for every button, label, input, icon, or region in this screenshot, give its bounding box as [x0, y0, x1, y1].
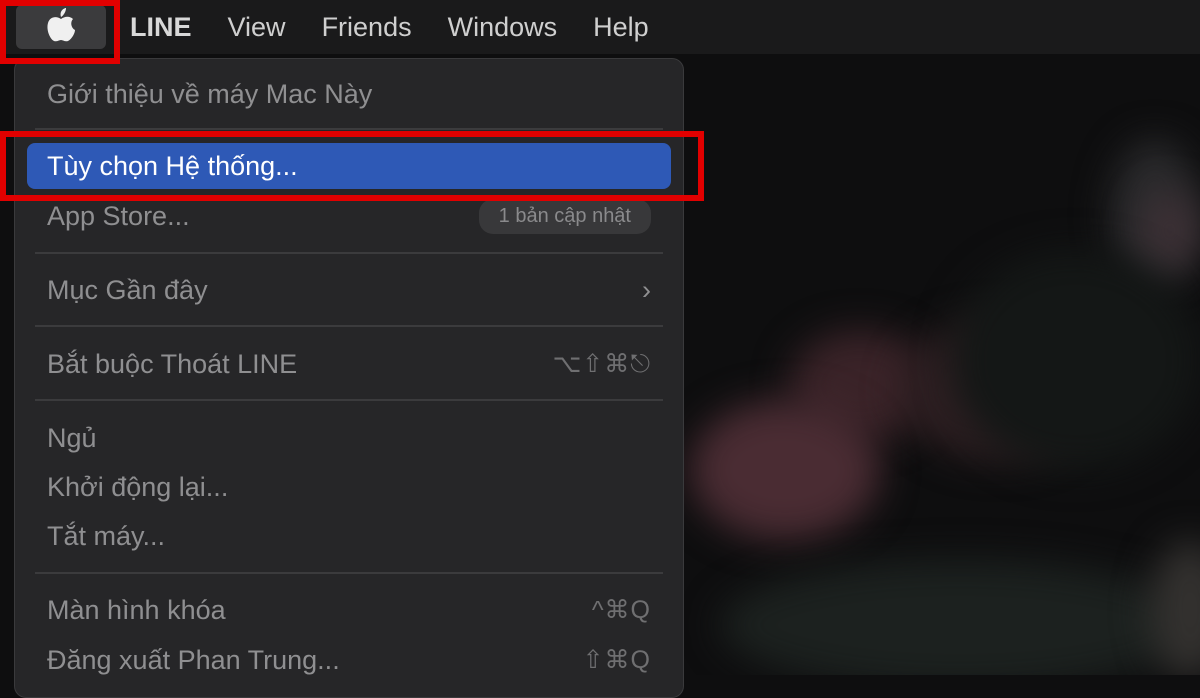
menu-item-sleep[interactable]: Ngủ — [27, 415, 671, 461]
menu-separator — [35, 325, 663, 327]
menu-item-logout[interactable]: Đăng xuất Phan Trung... ⇧⌘Q — [27, 637, 671, 683]
menu-line[interactable]: LINE — [130, 12, 192, 43]
force-quit-shortcut: ⌥⇧⌘⎋ — [552, 350, 651, 378]
apple-logo-icon — [46, 7, 76, 47]
menu-view[interactable]: View — [228, 12, 286, 43]
menu-help[interactable]: Help — [593, 12, 649, 43]
restart-label: Khởi động lại... — [47, 471, 229, 502]
menu-friends[interactable]: Friends — [322, 12, 412, 43]
app-store-label: App Store... — [47, 200, 190, 231]
lock-screen-label: Màn hình khóa — [47, 594, 226, 625]
logout-shortcut: ⇧⌘Q — [582, 646, 651, 674]
sleep-label: Ngủ — [47, 422, 97, 453]
menu-separator — [35, 252, 663, 254]
menu-item-system-preferences[interactable]: Tùy chọn Hệ thống... — [27, 143, 671, 189]
menu-item-lock-screen[interactable]: Màn hình khóa ^⌘Q — [27, 587, 671, 633]
menu-windows[interactable]: Windows — [448, 12, 558, 43]
system-preferences-label: Tùy chọn Hệ thống... — [47, 150, 298, 181]
menu-item-about[interactable]: Giới thiệu về máy Mac Này — [27, 71, 671, 117]
menu-separator — [35, 572, 663, 574]
recent-items-label: Mục Gần đây — [47, 274, 208, 305]
logout-label: Đăng xuất Phan Trung... — [47, 644, 340, 675]
apple-menu-button[interactable] — [16, 5, 106, 49]
menu-item-restart[interactable]: Khởi động lại... — [27, 464, 671, 510]
shutdown-label: Tắt máy... — [47, 520, 166, 551]
about-label: Giới thiệu về máy Mac Này — [47, 78, 373, 109]
lock-screen-shortcut: ^⌘Q — [591, 596, 651, 624]
menu-item-shutdown[interactable]: Tắt máy... — [27, 513, 671, 559]
menu-separator — [35, 399, 663, 401]
menu-separator — [35, 128, 663, 130]
menu-item-recent-items[interactable]: Mục Gần đây › — [27, 267, 671, 313]
menu-item-force-quit[interactable]: Bắt buộc Thoát LINE ⌥⇧⌘⎋ — [27, 341, 671, 387]
chevron-right-icon: › — [642, 274, 651, 305]
apple-dropdown-menu: Giới thiệu về máy Mac Này Tùy chọn Hệ th… — [14, 58, 684, 698]
menu-item-app-store[interactable]: App Store... 1 bản cập nhật — [27, 193, 671, 239]
update-badge: 1 bản cập nhật — [478, 198, 651, 234]
menu-bar: LINE View Friends Windows Help — [0, 0, 1200, 54]
force-quit-label: Bắt buộc Thoát LINE — [47, 348, 298, 379]
